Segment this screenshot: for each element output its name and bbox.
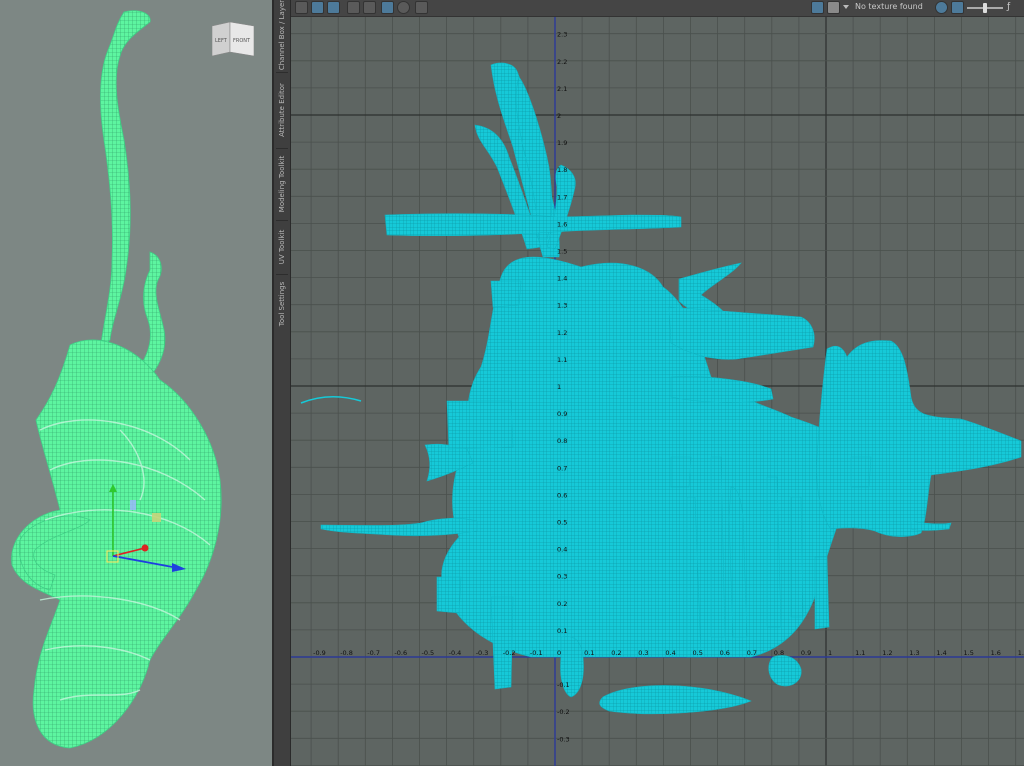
v-tick-label: 1.7 xyxy=(557,193,567,201)
mesh-wireframe-3d[interactable] xyxy=(0,0,272,766)
v-tick-label: 2 xyxy=(557,112,561,120)
v-tick-label: 2.1 xyxy=(557,85,567,93)
u-tick-label: 0.4 xyxy=(665,649,675,657)
v-tick-label: 1.3 xyxy=(557,302,567,310)
u-tick-label: 0.1 xyxy=(584,649,594,657)
texture-toggle-icon[interactable] xyxy=(811,1,824,14)
side-tab-bar: Channel Box / Layer Attribute Editor Mod… xyxy=(274,0,291,766)
chevron-down-icon[interactable] xyxy=(843,5,849,9)
u-tick-label: 0.7 xyxy=(747,649,757,657)
u-tick-label: 0 xyxy=(557,649,561,657)
v-tick-label: 0.9 xyxy=(557,410,567,418)
u-tick-label: -0.8 xyxy=(340,649,353,657)
u-tick-label: -0.5 xyxy=(422,649,435,657)
v-tick-label: 1.4 xyxy=(557,275,567,283)
v-tick-label: 1.5 xyxy=(557,248,567,256)
u-tick-label: -0.7 xyxy=(367,649,380,657)
u-tick-label: 0.9 xyxy=(801,649,811,657)
rgb-channel-icon[interactable] xyxy=(935,1,948,14)
viewcube-icon[interactable]: LEFT FRONT xyxy=(211,21,255,57)
uv-grid[interactable]: -0.9 -0.8 -0.7 -0.6 -0.5 -0.4 -0.3 -0.2 -0.1 0 0.1… xyxy=(291,17,1024,766)
v-tick-label: 0.2 xyxy=(557,600,567,608)
v-tick-label: 1.8 xyxy=(557,166,567,174)
u-tick-label: 1 xyxy=(828,649,832,657)
v-tick-label: 0.3 xyxy=(557,573,567,581)
uv-exposure-icon[interactable] xyxy=(397,1,410,14)
v-tick-label: 0.4 xyxy=(557,546,567,554)
v-tick-label: 0.8 xyxy=(557,437,567,445)
u-tick-label: 1.6 xyxy=(991,649,1001,657)
texture-status: No texture found xyxy=(855,2,923,11)
u-tick-label: 0.5 xyxy=(693,649,703,657)
u-tick-label: -0.4 xyxy=(449,649,462,657)
checker-toggle-icon[interactable] xyxy=(827,1,840,14)
u-tick-label: 0.6 xyxy=(720,649,730,657)
v-tick-label: -0.3 xyxy=(557,735,570,743)
u-tick-label: -0.3 xyxy=(476,649,489,657)
image-display-icon[interactable] xyxy=(951,1,964,14)
u-tick-label: 1.5 xyxy=(964,649,974,657)
v-tick-label: -0.2 xyxy=(557,708,570,716)
uv-pixel-snap-icon[interactable] xyxy=(381,1,394,14)
viewcube-left-label: LEFT xyxy=(215,38,228,44)
v-tick-label: 2.3 xyxy=(557,31,567,39)
v-tick-label: 0.1 xyxy=(557,627,567,635)
viewcube-front-label: FRONT xyxy=(233,38,251,44)
exposure-slider-icon[interactable] xyxy=(967,3,1003,13)
u-tick-label: -0.2 xyxy=(503,649,516,657)
u-tick-label: -0.6 xyxy=(394,649,407,657)
tab-channel-box[interactable]: Channel Box / Layer xyxy=(274,0,290,70)
u-tick-label: 0.3 xyxy=(638,649,648,657)
tab-uv-toolkit[interactable]: UV Toolkit xyxy=(274,222,290,272)
gamma-icon[interactable]: ƒ xyxy=(1007,2,1010,12)
v-tick-label: 1.2 xyxy=(557,329,567,337)
u-tick-label: 1.2 xyxy=(882,649,892,657)
v-tick-label: 1.6 xyxy=(557,220,567,228)
uv-snap-icon[interactable] xyxy=(363,1,376,14)
uv-checker-icon[interactable] xyxy=(327,1,340,14)
uv-grid-icon[interactable] xyxy=(347,1,360,14)
v-tick-label: 0.6 xyxy=(557,491,567,499)
tab-modeling-toolkit[interactable]: Modeling Toolkit xyxy=(274,150,290,218)
uv-editor[interactable]: No texture found ƒ -0.9 -0.8 -0.7 -0.6 -… xyxy=(291,0,1024,766)
tab-attribute-editor[interactable]: Attribute Editor xyxy=(274,74,290,146)
u-tick-label: 1.1 xyxy=(855,649,865,657)
u-tick-label: -0.9 xyxy=(313,649,326,657)
v-tick-label: 0.5 xyxy=(557,519,567,527)
uv-shaded-icon[interactable] xyxy=(295,1,308,14)
tab-tool-settings[interactable]: Tool Settings xyxy=(274,276,290,332)
u-tick-label: 1.7 xyxy=(1018,649,1024,657)
uv-toolbar: No texture found ƒ xyxy=(291,0,1024,17)
uv-camera-icon[interactable] xyxy=(415,1,428,14)
v-tick-label: 0.7 xyxy=(557,464,567,472)
uv-distortion-icon[interactable] xyxy=(311,1,324,14)
v-tick-label: 1.9 xyxy=(557,139,567,147)
u-tick-label: 0.8 xyxy=(774,649,784,657)
perspective-viewport[interactable]: LEFT FRONT xyxy=(0,0,272,766)
u-tick-label: 1.4 xyxy=(936,649,946,657)
v-tick-label: 2.2 xyxy=(557,58,567,66)
v-tick-label: 1.1 xyxy=(557,356,567,364)
v-tick-label: -0.1 xyxy=(557,681,570,689)
v-tick-label: 1 xyxy=(557,383,561,391)
u-tick-label: 1.3 xyxy=(909,649,919,657)
u-tick-label: 0.2 xyxy=(611,649,621,657)
u-tick-label: -0.1 xyxy=(530,649,543,657)
